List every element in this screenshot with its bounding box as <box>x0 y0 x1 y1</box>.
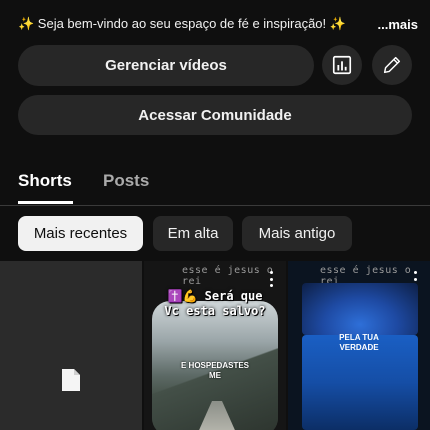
short-caption: E HOSPEDASTES ME <box>144 361 286 381</box>
analytics-icon <box>332 55 352 75</box>
short-title: ✝️💪 Será que Vc esta salvo? <box>144 289 286 319</box>
short-caption-line1: E HOSPEDASTES <box>180 361 249 370</box>
community-label: Acessar Comunidade <box>138 106 292 124</box>
tab-posts[interactable]: Posts <box>103 171 149 191</box>
short-thumbnail-placeholder[interactable] <box>0 261 142 430</box>
active-tab-indicator <box>18 201 73 204</box>
tab-shorts[interactable]: Shorts <box>18 171 72 191</box>
filter-chip-trending[interactable]: Em alta <box>153 216 233 251</box>
more-options-icon[interactable] <box>269 271 273 287</box>
short-image-sky <box>302 283 418 335</box>
short-title-line2: Vc esta salvo? <box>164 304 266 318</box>
short-caption-line1: PELA TUA <box>339 333 379 342</box>
manage-videos-button[interactable]: Gerenciar vídeos <box>18 45 314 86</box>
short-thumbnail[interactable]: esse é jesus o rei ✝️💪 Será que Vc esta … <box>144 261 286 430</box>
filter-chip-recent[interactable]: Mais recentes <box>18 216 143 251</box>
more-link[interactable]: ...mais <box>378 17 418 32</box>
short-thumbnail[interactable]: esse é jesus o rei PELA TUA VERDADE <box>288 261 430 430</box>
short-caption-line2: ME <box>209 371 221 380</box>
channel-description[interactable]: ✨ Seja bem-vindo ao seu espaço de fé e i… <box>18 15 418 33</box>
tabs-divider <box>0 205 430 206</box>
community-button[interactable]: Acessar Comunidade <box>18 95 412 135</box>
filter-chip-oldest[interactable]: Mais antigo <box>242 216 352 251</box>
short-caption-line2: VERDADE <box>339 343 379 352</box>
shorts-grid: esse é jesus o rei ✝️💪 Será que Vc esta … <box>0 261 430 430</box>
pencil-icon <box>383 56 401 74</box>
file-icon <box>62 369 80 391</box>
short-caption: PELA TUA VERDADE <box>288 333 430 353</box>
short-title-line1: Será que <box>204 289 263 303</box>
description-text: ✨ Seja bem-vindo ao seu espaço de fé e i… <box>18 16 346 31</box>
edit-channel-button[interactable] <box>372 45 412 85</box>
short-title-emoji: ✝️💪 <box>167 289 198 303</box>
manage-videos-label: Gerenciar vídeos <box>105 57 227 74</box>
analytics-button[interactable] <box>322 45 362 85</box>
